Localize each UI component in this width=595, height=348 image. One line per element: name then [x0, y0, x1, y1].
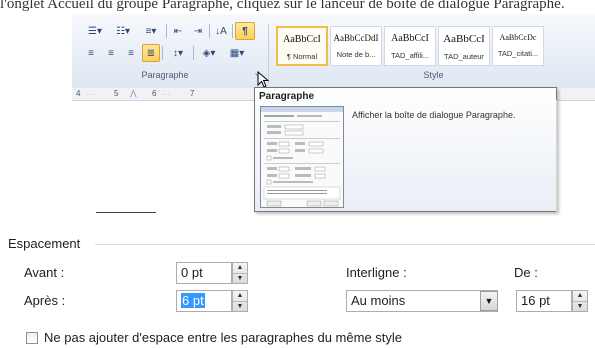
- show-formatting-button[interactable]: ¶: [235, 22, 255, 40]
- shading-button[interactable]: ◈▾: [196, 44, 222, 62]
- increase-indent-button[interactable]: ⇥: [189, 22, 207, 40]
- bullets-button[interactable]: ☰▾: [82, 22, 108, 40]
- increase-indent-icon: ⇥: [193, 25, 203, 37]
- justify-icon: ≣: [146, 47, 156, 59]
- at-label: De :: [514, 265, 538, 280]
- multilevel-list-icon: ≡▾: [145, 25, 157, 37]
- ruler-mark: 4: [76, 89, 81, 98]
- section-rule: [95, 244, 595, 245]
- separator: [209, 24, 210, 38]
- separator: [193, 46, 194, 60]
- justify-button[interactable]: ≣: [142, 44, 160, 62]
- line-spacing-dropdown-button[interactable]: ▼: [480, 291, 498, 311]
- after-input-selected-text: 6 pt: [181, 293, 205, 308]
- spin-down-icon[interactable]: ▼: [233, 274, 247, 284]
- ruler-mark: 6: [152, 89, 157, 98]
- spin-up-icon[interactable]: ▲: [233, 291, 247, 302]
- style-sample: AaBbCcI: [391, 33, 429, 44]
- indent-marker-icon[interactable]: ⋀: [130, 89, 137, 98]
- borders-button[interactable]: ▦▾: [224, 44, 250, 62]
- align-center-button[interactable]: ≡: [102, 44, 120, 62]
- ruler-tick: · · ·: [86, 92, 94, 98]
- after-spinner[interactable]: ▲ ▼: [232, 290, 248, 312]
- ruler-mark: 7: [190, 89, 195, 98]
- style-name: ¶ Normal: [286, 52, 318, 61]
- no-space-same-style-checkbox[interactable]: [26, 332, 38, 344]
- after-input[interactable]: 6 pt: [176, 290, 232, 312]
- align-left-button[interactable]: ≡: [82, 44, 100, 62]
- spin-down-icon[interactable]: ▼: [233, 302, 247, 312]
- no-space-same-style-label[interactable]: Ne pas ajouter d'espace entre les paragr…: [44, 330, 402, 345]
- numbering-icon: ☷▾: [116, 25, 130, 37]
- line-spacing-icon: ↕▾: [172, 47, 184, 59]
- before-input[interactable]: 0 pt: [176, 262, 232, 284]
- line-spacing-button[interactable]: ↕▾: [165, 44, 191, 62]
- at-spinner[interactable]: ▲ ▼: [572, 290, 588, 312]
- style-tile-note[interactable]: AaBbCcDdI Note de b...: [330, 26, 382, 66]
- style-sample: AaBbCcI: [443, 33, 485, 45]
- at-input[interactable]: 16 pt: [516, 290, 572, 312]
- instruction-caption: l'onglet Accueil du groupe Paragraphe, c…: [0, 0, 565, 12]
- decrease-indent-icon: ⇤: [173, 25, 183, 37]
- style-tile-auteur[interactable]: AaBbCcI TAD_auteur: [438, 26, 490, 66]
- sort-icon: ↓A: [215, 25, 227, 37]
- document-edge: [556, 100, 557, 212]
- paragraph-row-1: ☰▾ ☷▾ ≡▾ ⇤ ⇥ ↓A ¶: [82, 22, 255, 40]
- spacing-section: Espacement Avant : 0 pt ▲ ▼ Interligne :…: [0, 230, 595, 348]
- style-sample: AaBbCcI: [283, 34, 321, 45]
- style-sample: AaBbCcDdI: [333, 33, 379, 43]
- style-tile-normal[interactable]: AaBbCcI ¶ Normal: [276, 26, 328, 66]
- style-group-label: Style: [423, 70, 444, 80]
- align-right-icon: ≡: [128, 47, 134, 59]
- style-sample: AaBbCcDc: [499, 33, 537, 42]
- style-tile-citation[interactable]: AaBbCcDc TAD_citati...: [492, 26, 544, 66]
- spin-down-icon[interactable]: ▼: [573, 302, 587, 312]
- ruler-mark: 5: [114, 89, 119, 98]
- paragraph-group-label: Paragraphe: [141, 70, 189, 80]
- paragraph-tooltip: Paragraphe Afficher la boîte de dialogue…: [254, 87, 557, 212]
- spin-up-icon[interactable]: ▲: [233, 263, 247, 274]
- numbering-button[interactable]: ☷▾: [110, 22, 136, 40]
- borders-icon: ▦▾: [229, 47, 245, 59]
- separator: [232, 24, 233, 38]
- align-right-button[interactable]: ≡: [122, 44, 140, 62]
- before-spinner[interactable]: ▲ ▼: [232, 262, 248, 284]
- chevron-down-icon: ▼: [484, 296, 494, 306]
- ruler-tick: · · ·: [162, 92, 170, 98]
- before-label: Avant :: [24, 265, 65, 280]
- separator: [162, 46, 163, 60]
- dialog-preview-graphic: [261, 107, 343, 207]
- style-name: TAD_citati...: [497, 49, 539, 58]
- line-spacing-select[interactable]: Au moins: [346, 290, 498, 312]
- paragraph-row-2: ≡ ≡ ≡ ≣ ↕▾ ◈▾ ▦▾: [82, 44, 250, 62]
- dialog-preview-image: [260, 106, 344, 208]
- spin-up-icon[interactable]: ▲: [573, 291, 587, 302]
- style-name: TAD_auteur: [444, 52, 484, 61]
- ribbon: ☰▾ ☷▾ ≡▾ ⇤ ⇥ ↓A ¶ ≡ ≡ ≡ ≣ ↕▾ ◈▾ ▦▾ Parag…: [72, 14, 595, 89]
- style-name: TAD_affili...: [390, 51, 430, 60]
- line-spacing-label: Interligne :: [346, 265, 407, 280]
- spacing-section-title: Espacement: [8, 236, 81, 251]
- style-tile-affiliation[interactable]: AaBbCcI TAD_affili...: [384, 26, 436, 66]
- after-label: Après :: [24, 293, 66, 308]
- paint-bucket-icon: ◈▾: [202, 47, 216, 59]
- separator: [166, 24, 167, 38]
- tooltip-title: Paragraphe: [259, 91, 315, 102]
- style-name: Note de b...: [336, 50, 376, 59]
- multilevel-list-button[interactable]: ≡▾: [138, 22, 164, 40]
- align-center-icon: ≡: [108, 47, 114, 59]
- tooltip-description: Afficher la boîte de dialogue Paragraphe…: [352, 110, 516, 120]
- align-left-icon: ≡: [88, 47, 94, 59]
- decrease-indent-button[interactable]: ⇤: [169, 22, 187, 40]
- bullets-icon: ☰▾: [88, 25, 102, 37]
- document-edge: [96, 212, 156, 213]
- sort-button[interactable]: ↓A: [212, 22, 230, 40]
- pilcrow-icon: ¶: [242, 25, 248, 37]
